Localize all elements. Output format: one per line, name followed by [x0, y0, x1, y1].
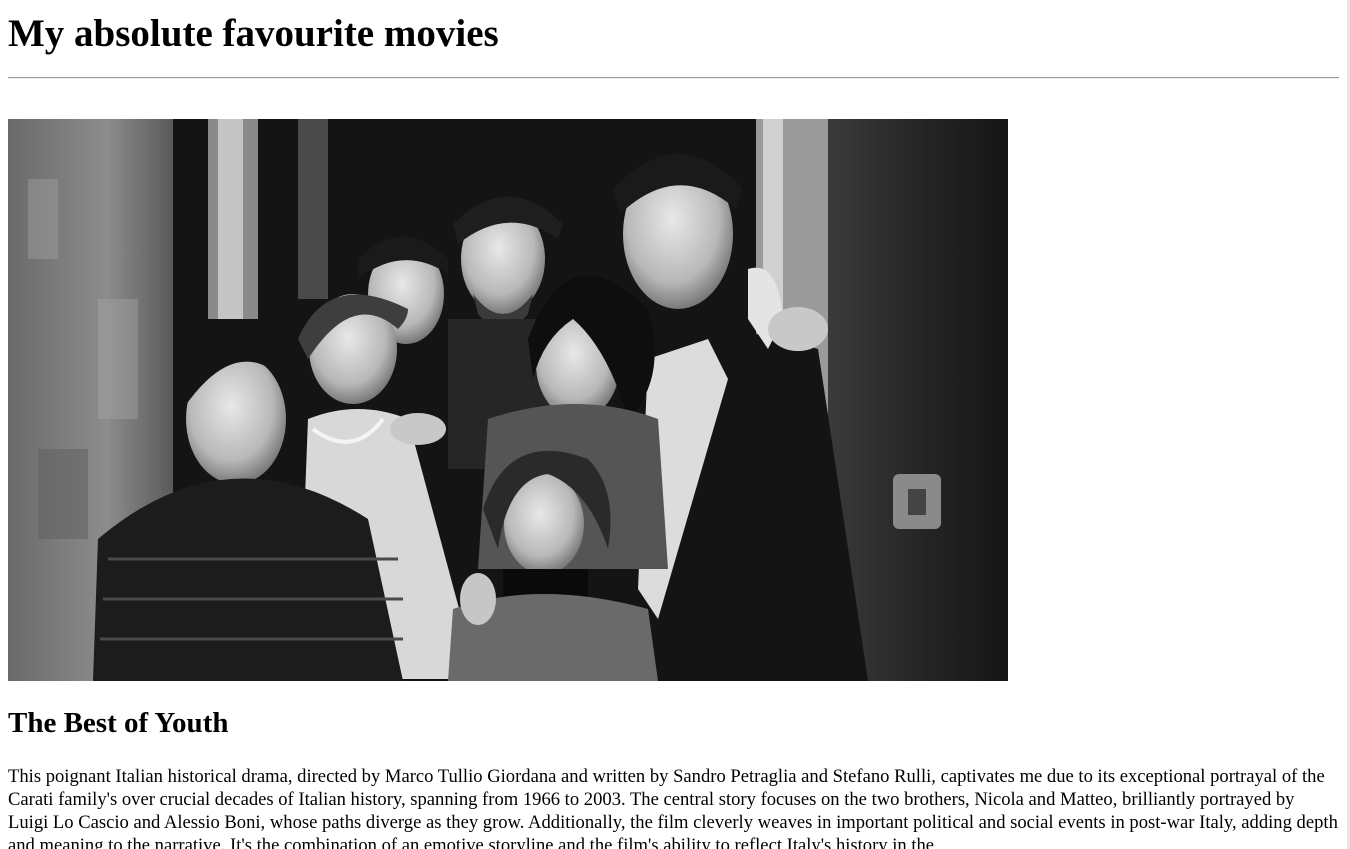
movie-title: The Best of Youth	[8, 707, 229, 739]
movie-description: This poignant Italian historical drama, …	[8, 766, 1338, 849]
movie-photo-illustration	[8, 119, 1008, 681]
divider	[8, 77, 1339, 79]
page-title: My absolute favourite movies	[8, 12, 499, 55]
movie-poster-image	[8, 119, 1008, 681]
